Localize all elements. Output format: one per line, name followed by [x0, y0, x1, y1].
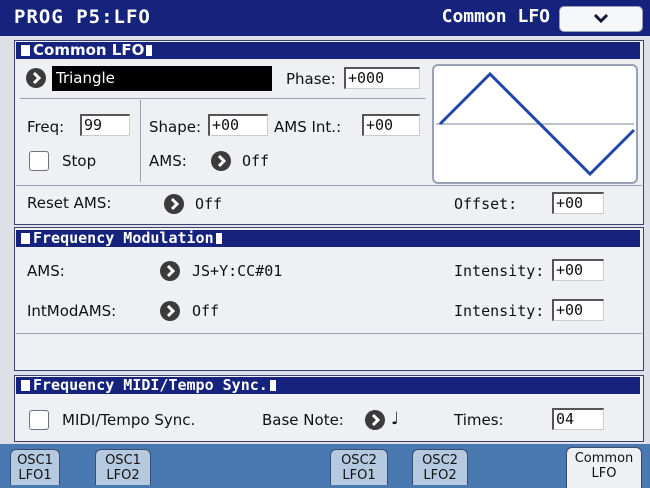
waveform-popup-arrow-icon[interactable]: [26, 68, 46, 88]
waveform-select[interactable]: Triangle: [52, 66, 272, 91]
midi-tempo-sync-title: Frequency MIDI/Tempo Sync.: [33, 376, 268, 394]
screen: PROG P5:LFO Common LFO Common LFO Triang…: [0, 0, 650, 488]
stop-label: Stop: [62, 152, 97, 170]
tab-label: Common: [574, 451, 634, 466]
fm-intensity-field[interactable]: +00: [552, 259, 604, 281]
divider: [16, 185, 642, 186]
stop-checkbox[interactable]: [29, 151, 49, 171]
fm-ams-value[interactable]: JS+Y:CC#01: [192, 262, 282, 280]
shape-label: Shape:: [149, 118, 202, 136]
times-field[interactable]: 04: [552, 408, 604, 430]
tab-label: OSC2: [422, 453, 458, 468]
divider: [20, 98, 426, 99]
tab-label: LFO2: [423, 468, 457, 483]
tab-osc2-lfo1[interactable]: OSC2 LFO1: [330, 449, 388, 485]
fm-intensity-label: Intensity:: [454, 262, 545, 280]
divider: [16, 333, 642, 334]
tab-common-lfo[interactable]: Common LFO: [566, 447, 642, 488]
common-lfo-title: Common LFO: [33, 41, 145, 59]
ams-label: AMS:: [149, 152, 187, 170]
ams-popup-arrow-icon[interactable]: [211, 151, 231, 171]
page-title: PROG P5:LFO: [14, 6, 151, 28]
fm-ams-label: AMS:: [27, 262, 65, 280]
tab-label: LFO: [591, 466, 617, 481]
tab-label: OSC1: [17, 453, 53, 468]
tab-osc1-lfo1[interactable]: OSC1 LFO1: [10, 449, 60, 485]
base-note-popup-arrow-icon[interactable]: [365, 410, 385, 430]
intmod-ams-popup-arrow-icon[interactable]: [160, 301, 180, 321]
base-note-label: Base Note:: [262, 411, 344, 429]
freq-field[interactable]: 99: [80, 114, 130, 136]
triangle-wave-icon: [436, 71, 636, 177]
common-lfo-header: Common LFO: [16, 42, 640, 59]
tab-label: LFO2: [106, 468, 140, 483]
fm-ams-popup-arrow-icon[interactable]: [160, 261, 180, 281]
tab-label: OSC1: [105, 453, 141, 468]
ams-intensity-field[interactable]: +00: [362, 114, 420, 136]
tab-label: LFO1: [342, 468, 376, 483]
shape-field[interactable]: +00: [208, 114, 268, 136]
title-bar: PROG P5:LFO Common LFO: [0, 0, 650, 36]
midi-tempo-sync-header: Frequency MIDI/Tempo Sync.: [16, 377, 640, 394]
frequency-modulation-header: Frequency Modulation: [16, 230, 640, 247]
page-menu-button[interactable]: [559, 6, 643, 32]
ams-intensity-label: AMS Int.:: [274, 118, 342, 136]
tab-osc2-lfo2[interactable]: OSC2 LFO2: [412, 449, 468, 485]
tab-osc1-lfo2[interactable]: OSC1 LFO2: [95, 449, 151, 485]
reset-ams-popup-arrow-icon[interactable]: [164, 194, 184, 214]
divider: [140, 100, 141, 182]
intmod-ams-label: IntModAMS:: [27, 302, 117, 320]
offset-field[interactable]: +00: [552, 192, 604, 214]
ams-value[interactable]: Off: [242, 152, 269, 170]
reset-ams-label: Reset AMS:: [27, 194, 112, 212]
chevron-down-icon: [593, 7, 609, 33]
intmod-ams-value[interactable]: Off: [192, 302, 219, 320]
frequency-modulation-title: Frequency Modulation: [33, 229, 214, 247]
midi-tempo-sync-label: MIDI/Tempo Sync.: [62, 411, 196, 429]
reset-ams-value[interactable]: Off: [195, 195, 222, 213]
page-name: Common LFO: [441, 6, 550, 27]
frequency-modulation-panel: [14, 227, 644, 371]
tab-label: LFO1: [18, 468, 52, 483]
times-label: Times:: [454, 411, 504, 429]
freq-label: Freq:: [27, 118, 65, 136]
tab-label: OSC2: [341, 453, 377, 468]
offset-label: Offset:: [454, 195, 518, 213]
lfo-waveform-display: [432, 64, 638, 184]
midi-tempo-sync-checkbox[interactable]: [29, 410, 49, 430]
phase-label: Phase:: [286, 70, 336, 88]
phase-field[interactable]: +000: [344, 67, 420, 89]
base-note-value[interactable]: ♩: [391, 409, 399, 429]
intmod-intensity-label: Intensity:: [454, 302, 545, 320]
intmod-intensity-field[interactable]: +00: [552, 299, 604, 321]
